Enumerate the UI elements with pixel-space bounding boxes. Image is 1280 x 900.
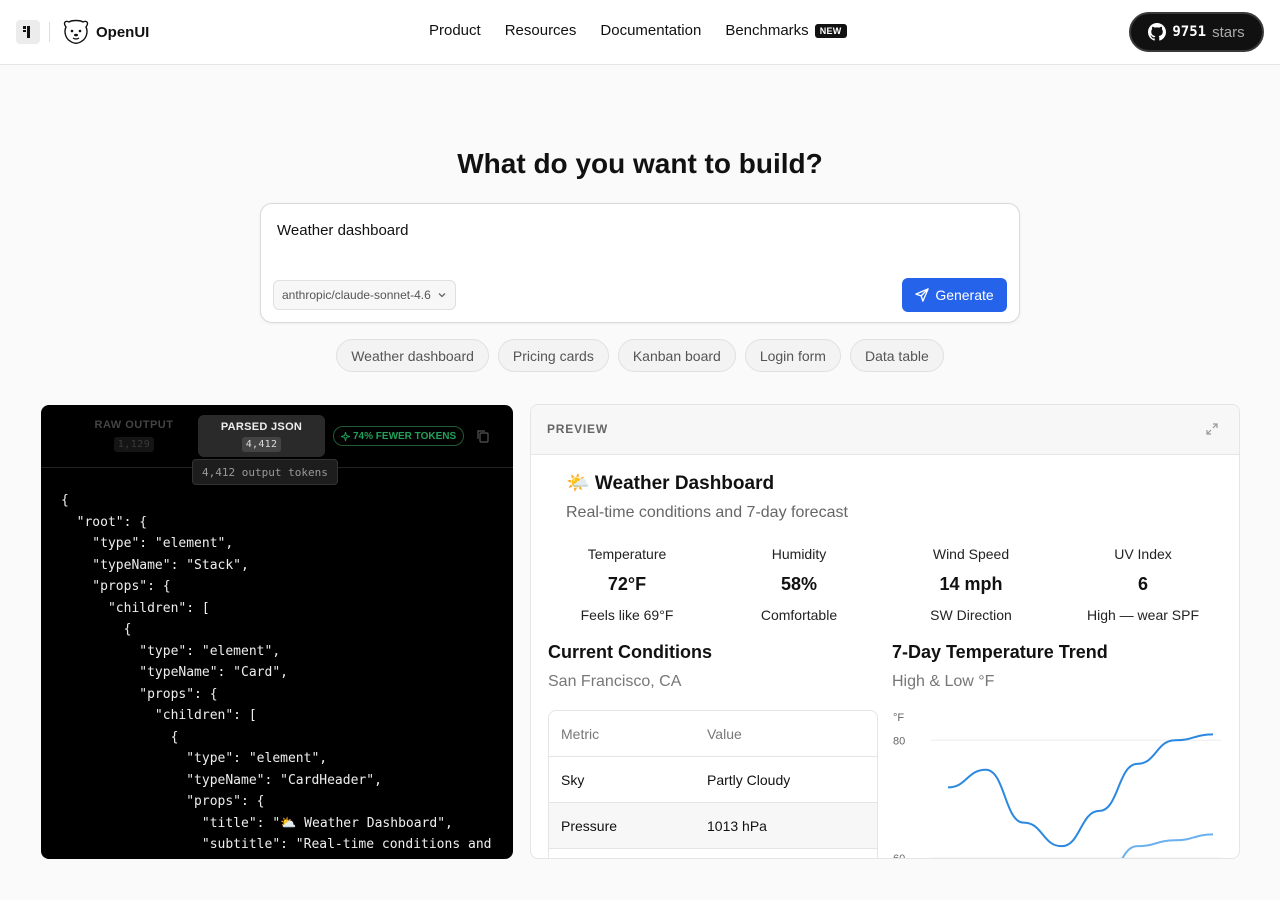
stat-humidity: Humidity 58% Comfortable: [713, 546, 885, 623]
table-cell: Partly Cloudy: [707, 771, 791, 788]
series-line-low: [1121, 833, 1214, 858]
suggestion-chips: Weather dashboard Pricing cards Kanban b…: [0, 339, 1280, 372]
page-title: What do you want to build?: [457, 148, 823, 179]
main-nav: Product Resources Documentation Benchmar…: [429, 22, 847, 39]
model-select-value: anthropic/claude-sonnet-4.6: [282, 288, 431, 302]
stars-count: 9751: [1172, 24, 1207, 40]
y-tick-label: 80: [893, 735, 905, 747]
app-logo-icon[interactable]: [16, 20, 40, 44]
nav-product[interactable]: Product: [429, 22, 481, 39]
expand-icon[interactable]: [1205, 422, 1219, 436]
stats-row: Temperature 72°F Feels like 69°F Humidit…: [541, 546, 1231, 623]
generate-label: Generate: [935, 287, 994, 303]
preview-label: PREVIEW: [547, 422, 608, 436]
nav-documentation[interactable]: Documentation: [600, 22, 701, 39]
temperature-trend-chart: °F 80 60: [893, 712, 1221, 859]
code-output-panel: RAW OUTPUT 1,129 PARSED JSON 4,412 74% F…: [41, 405, 513, 859]
table-header-cell: Value: [707, 725, 742, 742]
trend-title: 7-Day Temperature Trend: [892, 642, 1108, 662]
stat-note: Comfortable: [760, 607, 838, 623]
dashboard-subtitle: Real-time conditions and 7-day forecast: [566, 504, 848, 521]
table-row: Sky Partly Cloudy: [549, 757, 877, 803]
tab-parsed-json[interactable]: PARSED JSON 4,412: [198, 415, 325, 457]
stat-label: Wind Speed: [932, 546, 1010, 562]
chevron-down-icon: [438, 293, 446, 298]
stat-uv-index: UV Index 6 High — wear SPF: [1057, 546, 1229, 623]
nav-benchmarks[interactable]: Benchmarks NEW: [725, 22, 847, 39]
fewer-tokens-text: 74% FEWER TOKENS: [353, 430, 457, 442]
conditions-title: Current Conditions: [548, 642, 712, 662]
stat-value: 6: [1137, 574, 1148, 594]
stat-value: 58%: [780, 574, 818, 594]
trend-subtitle: High & Low °F: [892, 673, 995, 690]
stat-label: UV Index: [1114, 546, 1172, 562]
logo-text: OpenUI: [96, 23, 150, 41]
prompt-input[interactable]: Weather dashboard: [277, 222, 408, 239]
table-row: Pressure 1013 hPa: [549, 803, 877, 849]
tab-parsed-label: PARSED JSON: [220, 421, 303, 433]
divider: [49, 22, 50, 42]
github-icon: [1148, 23, 1167, 41]
stat-value: 72°F: [607, 574, 647, 594]
nav-resources[interactable]: Resources: [505, 22, 577, 39]
stat-label: Temperature: [587, 546, 667, 562]
stars-label: stars: [1212, 23, 1245, 41]
openui-logo[interactable]: OpenUI: [60, 18, 149, 46]
send-icon: [915, 288, 930, 302]
tab-raw-label: RAW OUTPUT: [94, 419, 174, 431]
table-cell: Sky: [561, 771, 585, 788]
stat-note: Feels like 69°F: [580, 607, 674, 623]
nav-benchmarks-label: Benchmarks: [725, 22, 809, 39]
top-nav-bar: OpenUI Product Resources Documentation B…: [0, 0, 1280, 65]
sparkle-icon: [341, 431, 350, 441]
table-header-row: Metric Value: [549, 711, 877, 757]
raw-token-count: 1,129: [113, 437, 155, 452]
table-header-cell: Metric: [561, 725, 600, 742]
tab-raw-output[interactable]: RAW OUTPUT 1,129: [93, 419, 175, 452]
model-select[interactable]: anthropic/claude-sonnet-4.6: [273, 280, 456, 310]
fewer-tokens-badge: 74% FEWER TOKENS: [333, 426, 465, 446]
github-stars-button[interactable]: 9751 stars: [1129, 12, 1264, 52]
stat-note: High — wear SPF: [1086, 607, 1200, 623]
parsed-token-count: 4,412: [241, 437, 282, 452]
stat-note: SW Direction: [930, 607, 1012, 623]
table-cell: 1013 hPa: [707, 817, 767, 834]
series-line-high: [947, 733, 1214, 848]
json-code-block: { "root": { "type": "element", "typeName…: [61, 493, 492, 859]
conditions-table: Metric Value Sky Partly Cloudy Pressure …: [548, 710, 878, 858]
new-badge: NEW: [814, 23, 847, 38]
prompt-box: Weather dashboard anthropic/claude-sonne…: [260, 203, 1020, 323]
preview-header: PREVIEW: [531, 405, 1239, 455]
suggestion-chip[interactable]: Pricing cards: [497, 339, 609, 372]
stat-label: Humidity: [771, 546, 827, 562]
generate-button[interactable]: Generate: [902, 278, 1007, 312]
suggestion-chip[interactable]: Kanban board: [617, 339, 736, 372]
y-axis-label: °F: [893, 712, 904, 724]
suggestion-chip[interactable]: Data table: [849, 339, 944, 372]
y-tick-label: 60: [893, 853, 905, 859]
copy-icon[interactable]: [476, 429, 490, 443]
token-tooltip: 4,412 output tokens: [192, 459, 338, 485]
suggestion-chip[interactable]: Weather dashboard: [336, 339, 489, 372]
table-cell: Pressure: [561, 817, 618, 834]
preview-panel: PREVIEW 🌤️ Weather Dashboard Real-time c…: [530, 404, 1240, 859]
dashboard-title: 🌤️ Weather Dashboard: [566, 473, 775, 494]
conditions-location: San Francisco, CA: [548, 673, 682, 690]
dog-mascot-icon: [63, 19, 89, 44]
stat-temperature: Temperature 72°F Feels like 69°F: [541, 546, 713, 623]
suggestion-chip[interactable]: Login form: [744, 339, 841, 372]
stat-wind-speed: Wind Speed 14 mph SW Direction: [885, 546, 1057, 623]
stat-value: 14 mph: [939, 574, 1003, 594]
